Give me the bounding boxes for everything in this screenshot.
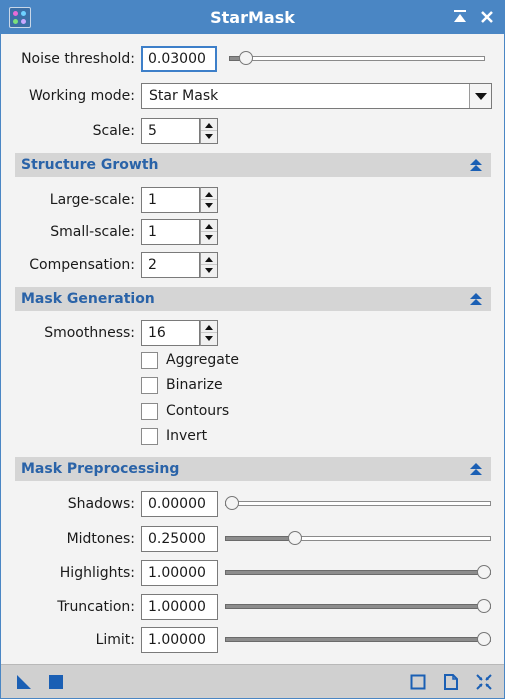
- section-structure-growth[interactable]: Structure Growth: [15, 153, 491, 177]
- scale-field[interactable]: 5: [141, 118, 200, 144]
- documentation-icon[interactable]: [442, 673, 460, 691]
- highlights-field[interactable]: 1.00000: [141, 560, 218, 586]
- spin-up-icon[interactable]: [201, 188, 217, 200]
- spin-up-icon[interactable]: [201, 321, 217, 333]
- slider-thumb[interactable]: [477, 599, 491, 613]
- preview-icon[interactable]: [409, 673, 427, 691]
- compensation-label: Compensation:: [29, 257, 135, 273]
- working-mode-value: Star Mask: [149, 88, 219, 104]
- section-mask-preprocessing[interactable]: Mask Preprocessing: [15, 457, 491, 481]
- noise-threshold-slider[interactable]: [229, 56, 485, 61]
- spin-down-icon[interactable]: [201, 131, 217, 143]
- spin-down-icon[interactable]: [201, 265, 217, 277]
- section-title: Mask Preprocessing: [21, 461, 180, 477]
- noise-threshold-field[interactable]: 0.03000: [141, 46, 217, 72]
- truncation-label: Truncation:: [57, 599, 135, 615]
- truncation-field[interactable]: 1.00000: [141, 594, 218, 620]
- slider-thumb[interactable]: [288, 531, 302, 545]
- slider-thumb[interactable]: [477, 632, 491, 646]
- title-bar[interactable]: StarMask: [1, 1, 504, 34]
- contours-checkbox[interactable]: [141, 403, 158, 420]
- spin-up-icon[interactable]: [201, 220, 217, 232]
- contours-label[interactable]: Contours: [166, 403, 229, 420]
- highlights-label: Highlights:: [59, 565, 135, 581]
- large-scale-spinner[interactable]: [200, 187, 218, 213]
- small-scale-field[interactable]: 1: [141, 219, 200, 245]
- aggregate-label[interactable]: Aggregate: [166, 352, 239, 369]
- apply-global-icon[interactable]: [47, 673, 65, 691]
- spin-down-icon[interactable]: [201, 200, 217, 212]
- large-scale-field[interactable]: 1: [141, 187, 200, 213]
- working-mode-combo[interactable]: Star Mask: [141, 83, 492, 109]
- reset-icon[interactable]: [475, 673, 493, 691]
- spin-down-icon[interactable]: [201, 232, 217, 244]
- shadows-label: Shadows:: [67, 496, 135, 512]
- slider-fill: [225, 637, 484, 642]
- slider-thumb[interactable]: [477, 565, 491, 579]
- slider-fill: [225, 604, 484, 609]
- noise-threshold-label: Noise threshold:: [21, 51, 135, 67]
- spin-up-icon[interactable]: [201, 253, 217, 265]
- section-title: Mask Generation: [21, 291, 155, 307]
- collapse-icon[interactable]: [469, 292, 483, 306]
- bottom-toolbar: [1, 664, 504, 698]
- close-icon[interactable]: [476, 6, 498, 28]
- binarize-label[interactable]: Binarize: [166, 377, 223, 394]
- shadows-slider[interactable]: [225, 501, 491, 506]
- smoothness-label: Smoothness:: [44, 325, 135, 341]
- limit-field[interactable]: 1.00000: [141, 627, 218, 653]
- invert-checkbox[interactable]: [141, 428, 158, 445]
- slider-fill: [225, 570, 484, 575]
- smoothness-spinner[interactable]: [200, 320, 218, 346]
- invert-label[interactable]: Invert: [166, 428, 207, 445]
- starmask-window: StarMask Noise threshold: 0.03000 Workin…: [0, 0, 505, 699]
- chevron-down-icon[interactable]: [469, 84, 491, 108]
- shade-icon[interactable]: [449, 6, 471, 28]
- new-instance-icon[interactable]: [15, 673, 33, 691]
- midtones-label: Midtones:: [66, 531, 135, 547]
- working-mode-label: Working mode:: [29, 88, 135, 104]
- smoothness-field[interactable]: 16: [141, 320, 200, 346]
- window-title: StarMask: [210, 8, 295, 27]
- compensation-field[interactable]: 2: [141, 252, 200, 278]
- slider-fill: [225, 536, 295, 541]
- slider-thumb[interactable]: [238, 51, 253, 65]
- small-scale-label: Small-scale:: [50, 224, 135, 240]
- collapse-icon[interactable]: [469, 158, 483, 172]
- collapse-icon[interactable]: [469, 462, 483, 476]
- shadows-field[interactable]: 0.00000: [141, 491, 218, 517]
- compensation-spinner[interactable]: [200, 252, 218, 278]
- scale-label: Scale:: [92, 123, 135, 139]
- scale-spinner[interactable]: [200, 118, 218, 144]
- section-mask-generation[interactable]: Mask Generation: [15, 287, 491, 311]
- midtones-field[interactable]: 0.25000: [141, 526, 218, 552]
- spin-down-icon[interactable]: [201, 333, 217, 345]
- section-title: Structure Growth: [21, 157, 159, 173]
- small-scale-spinner[interactable]: [200, 219, 218, 245]
- binarize-checkbox[interactable]: [141, 377, 158, 394]
- slider-thumb[interactable]: [225, 496, 239, 510]
- limit-label: Limit:: [95, 632, 135, 648]
- aggregate-checkbox[interactable]: [141, 352, 158, 369]
- large-scale-label: Large-scale:: [49, 192, 135, 208]
- spin-up-icon[interactable]: [201, 119, 217, 131]
